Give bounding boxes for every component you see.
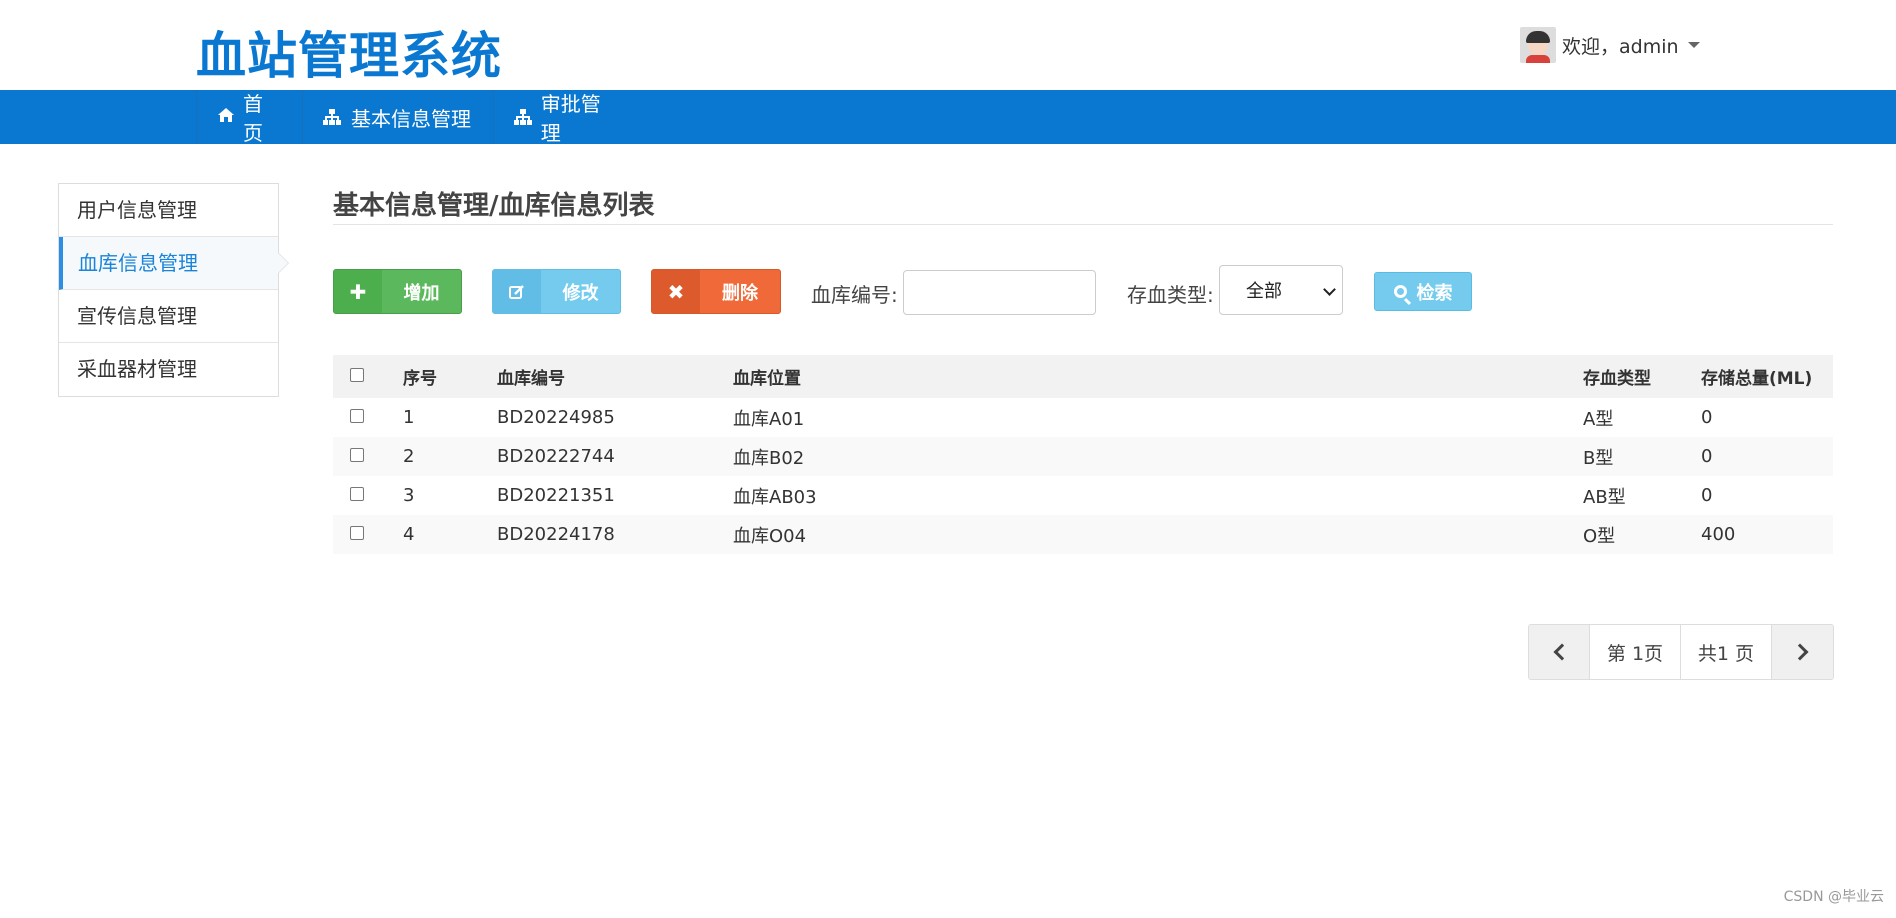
- edit-button-label: 修改: [562, 282, 599, 304]
- table-cell: 血库B02: [733, 437, 1583, 476]
- column-header: 血库位置: [733, 355, 1583, 398]
- edit-button[interactable]: 修改: [492, 269, 621, 314]
- sitemap-icon: [514, 109, 532, 125]
- table-row[interactable]: 3 BD20221351 血库AB03 AB型 0: [333, 476, 1833, 515]
- nav-item-label: 基本信息管理: [351, 106, 471, 131]
- nav-item-label: 首页: [243, 92, 263, 145]
- chevron-down-icon: [1323, 283, 1336, 296]
- watermark: CSDN @毕业云: [1783, 889, 1884, 905]
- table-cell: 4: [403, 515, 497, 554]
- user-menu[interactable]: 欢迎，admin: [1520, 27, 1700, 63]
- table-row[interactable]: 2 BD20222744 血库B02 B型 0: [333, 437, 1833, 476]
- sidebar-item-blood-bank-info[interactable]: 血库信息管理: [59, 237, 289, 290]
- select-all-checkbox[interactable]: [350, 367, 364, 382]
- table-row[interactable]: 1 BD20224985 血库A01 A型 0: [333, 398, 1833, 437]
- current-page: 第 1页: [1590, 625, 1681, 679]
- row-checkbox[interactable]: [350, 487, 364, 501]
- table-cell: AB型: [1583, 486, 1626, 508]
- table-cell: BD20221351: [497, 485, 615, 506]
- sidebar-item-user-info[interactable]: 用户信息管理: [59, 184, 278, 237]
- top-navbar: 首页 基本信息管理 审批管理: [0, 90, 1896, 145]
- table-header-row: 序号 血库编号 血库位置 存血类型 存储总量(ML): [333, 355, 1833, 398]
- nav-item-label: 审批管理: [540, 92, 601, 145]
- title-divider: [333, 224, 1833, 225]
- sidebar-item-equipment[interactable]: 采血器材管理: [59, 343, 278, 396]
- header: 血站管理系统 欢迎，admin: [0, 0, 1896, 90]
- nav-item-home[interactable]: 首页: [196, 90, 302, 145]
- add-button-label: 增加: [403, 282, 440, 304]
- welcome-text: 欢迎，admin: [1562, 35, 1679, 58]
- row-checkbox[interactable]: [350, 409, 364, 423]
- column-header: 序号: [403, 355, 497, 398]
- table-cell: 2: [403, 437, 497, 476]
- pagination: 第 1页 共1 页: [1528, 624, 1834, 680]
- table-cell: BD20224178: [497, 515, 733, 554]
- prev-page-button[interactable]: [1529, 625, 1590, 679]
- table-cell: B型: [1583, 437, 1701, 476]
- total-pages: 共1 页: [1681, 625, 1772, 679]
- table-cell: 3: [403, 485, 415, 506]
- table-cell: 血库O04: [733, 515, 1583, 554]
- edit-icon: [493, 270, 541, 313]
- table-cell: BD20224985: [497, 407, 615, 428]
- table-cell: 0: [1701, 437, 1833, 476]
- search-icon: [1393, 285, 1407, 298]
- home-icon: [217, 107, 235, 128]
- chevron-left-icon: [1553, 643, 1570, 661]
- table-cell: 0: [1701, 407, 1713, 428]
- sidebar-item-promotion-info[interactable]: 宣传信息管理: [59, 290, 278, 343]
- blood-bank-code-input[interactable]: [903, 270, 1096, 315]
- blood-type-label: 存血类型:: [1127, 283, 1214, 307]
- add-button[interactable]: ✚ 增加: [333, 269, 462, 314]
- avatar: [1520, 27, 1556, 63]
- sidebar: 用户信息管理 血库信息管理 宣传信息管理 采血器材管理: [58, 183, 289, 397]
- app-title: 血站管理系统: [196, 27, 502, 85]
- row-checkbox[interactable]: [350, 448, 364, 462]
- delete-button-label: 删除: [722, 282, 758, 304]
- plus-icon: ✚: [334, 270, 382, 313]
- blood-bank-table: 序号 血库编号 血库位置 存血类型 存储总量(ML) 1 BD20224985 …: [333, 355, 1833, 554]
- column-header: 血库编号: [497, 355, 733, 398]
- delete-button[interactable]: ✖ 删除: [651, 269, 781, 314]
- search-button-label: 检索: [1416, 282, 1453, 304]
- column-header: 存储总量(ML): [1701, 355, 1833, 398]
- chevron-right-icon: [1791, 643, 1809, 661]
- table-cell: A型: [1583, 408, 1614, 430]
- table-cell: 0: [1701, 485, 1713, 506]
- nav-item-approval[interactable]: 审批管理: [493, 90, 635, 145]
- table-cell: BD20222744: [497, 437, 733, 476]
- sitemap-icon: [323, 109, 341, 125]
- blood-type-select[interactable]: 全部: [1219, 265, 1343, 315]
- table-cell: 血库A01: [733, 408, 805, 430]
- table-cell: 400: [1701, 515, 1833, 554]
- blood-type-selected: 全部: [1246, 281, 1282, 302]
- table-row[interactable]: 4 BD20224178 血库O04 O型 400: [333, 515, 1833, 554]
- table-cell: 血库AB03: [733, 486, 817, 508]
- column-header: 存血类型: [1583, 355, 1701, 398]
- search-button[interactable]: 检索: [1374, 272, 1472, 311]
- caret-down-icon: [1687, 42, 1700, 48]
- row-checkbox[interactable]: [350, 526, 364, 540]
- close-icon: ✖: [652, 270, 700, 313]
- next-page-button[interactable]: [1772, 625, 1833, 679]
- table-cell: O型: [1583, 515, 1701, 554]
- nav-item-basic-info[interactable]: 基本信息管理: [302, 90, 493, 144]
- blood-bank-code-label: 血库编号:: [811, 283, 898, 307]
- page-title: 基本信息管理/血库信息列表: [333, 191, 655, 221]
- table-cell: 1: [403, 407, 415, 428]
